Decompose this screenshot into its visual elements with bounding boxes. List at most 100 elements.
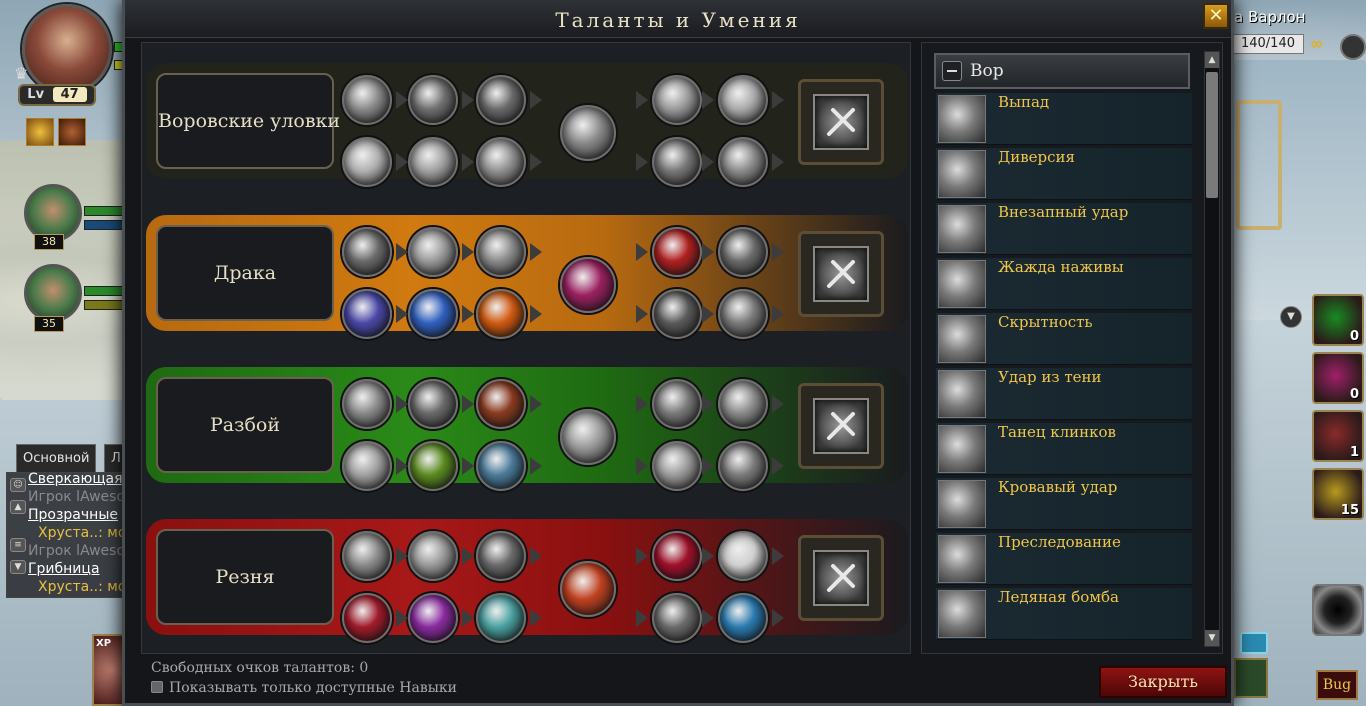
talent-node[interactable]: [342, 593, 392, 643]
talent-node[interactable]: [718, 441, 768, 491]
portal-icon[interactable]: [1312, 584, 1364, 636]
quest-book-icon[interactable]: [1234, 658, 1268, 698]
talent-node[interactable]: [408, 227, 458, 277]
talent-node[interactable]: [342, 75, 392, 125]
talent-node[interactable]: [718, 137, 768, 187]
talent-node[interactable]: [718, 75, 768, 125]
minimap-down-icon[interactable]: ▼: [1280, 306, 1302, 328]
inventory-slot-3[interactable]: 1: [1312, 410, 1364, 462]
scroll-up-icon[interactable]: ▲: [1205, 52, 1219, 68]
bug-report-button[interactable]: Bug: [1316, 670, 1358, 700]
skill-row[interactable]: Кровавый удар: [936, 478, 1192, 530]
tree-name: Воровские уловки: [156, 73, 340, 169]
only-available-checkbox[interactable]: [151, 681, 163, 693]
chat-line[interactable]: Грибница: [28, 560, 100, 578]
talent-node[interactable]: [342, 379, 392, 429]
talent-node[interactable]: [476, 227, 526, 277]
skill-row[interactable]: Внезапный удар: [936, 203, 1192, 255]
talent-node[interactable]: [476, 441, 526, 491]
ultimate-talent[interactable]: [798, 231, 884, 317]
close-window-button[interactable]: ✕: [1203, 3, 1229, 29]
ultimate-talent[interactable]: [798, 79, 884, 165]
talent-node[interactable]: [408, 441, 458, 491]
party-member-portrait-2[interactable]: [24, 264, 82, 322]
skill-row[interactable]: Преследование: [936, 533, 1192, 585]
slot-count: 0: [1349, 387, 1359, 402]
talent-node[interactable]: [652, 227, 702, 277]
ultimate-talent[interactable]: [798, 535, 884, 621]
skill-row[interactable]: Диверсия: [936, 148, 1192, 200]
talent-node[interactable]: [652, 289, 702, 339]
chat-line[interactable]: Игрок lAweso: [28, 488, 125, 506]
talent-node[interactable]: [718, 379, 768, 429]
tree-arrow: [530, 457, 542, 475]
skills-scrollbar[interactable]: ▲ ▼: [1204, 51, 1220, 647]
chat-emote-icon[interactable]: ☺: [10, 478, 26, 492]
talent-node[interactable]: [718, 593, 768, 643]
talent-node[interactable]: [476, 531, 526, 581]
player-portrait[interactable]: [22, 4, 112, 94]
close-button[interactable]: Закрыть: [1099, 666, 1227, 698]
chat-scroll-down-icon[interactable]: ▼: [10, 560, 26, 574]
talent-node[interactable]: [342, 137, 392, 187]
talent-node[interactable]: [718, 289, 768, 339]
chat-line[interactable]: Хруста..: мор: [38, 578, 135, 596]
chest-icon[interactable]: [1240, 632, 1268, 654]
talent-node[interactable]: [560, 105, 616, 161]
talent-node[interactable]: [560, 561, 616, 617]
buff-icon-2[interactable]: [58, 118, 86, 146]
talent-node[interactable]: [476, 75, 526, 125]
ultimate-talent[interactable]: [798, 383, 884, 469]
buff-icon-1[interactable]: [26, 118, 54, 146]
collapse-icon[interactable]: [942, 61, 962, 81]
talent-node[interactable]: [408, 531, 458, 581]
menu-round-button[interactable]: [1340, 34, 1366, 60]
scroll-thumb[interactable]: [1206, 72, 1218, 198]
chat-line[interactable]: Хруста..: мор: [38, 524, 135, 542]
chat-line[interactable]: Сверкающая: [28, 470, 123, 488]
talent-node[interactable]: [408, 137, 458, 187]
talent-node[interactable]: [560, 409, 616, 465]
skill-row[interactable]: Жажда наживы: [936, 258, 1192, 310]
inventory-slot-2[interactable]: 0: [1312, 352, 1364, 404]
tree-arrow: [636, 243, 648, 261]
talent-node[interactable]: [476, 137, 526, 187]
talent-node[interactable]: [342, 531, 392, 581]
chat-line[interactable]: Прозрачные: [28, 506, 118, 524]
talent-node[interactable]: [652, 593, 702, 643]
scroll-down-icon[interactable]: ▼: [1205, 630, 1219, 646]
tree-arrow: [530, 609, 542, 627]
skill-row[interactable]: Удар из тени: [936, 368, 1192, 420]
talent-node[interactable]: [652, 379, 702, 429]
only-available-toggle[interactable]: Показывать только доступные Навыки: [151, 680, 457, 696]
skill-row[interactable]: Танец клинков: [936, 423, 1192, 475]
talent-node[interactable]: [476, 593, 526, 643]
talent-node[interactable]: [652, 75, 702, 125]
skill-row[interactable]: Ледяная бомба: [936, 588, 1192, 640]
talent-node[interactable]: [408, 75, 458, 125]
chat-menu-icon[interactable]: ≡: [10, 538, 26, 552]
talent-node[interactable]: [342, 289, 392, 339]
skill-row[interactable]: Скрытность: [936, 313, 1192, 365]
talent-node[interactable]: [718, 227, 768, 277]
talent-node[interactable]: [652, 137, 702, 187]
talent-node[interactable]: [408, 593, 458, 643]
class-header[interactable]: Вор: [934, 53, 1190, 89]
talent-node[interactable]: [652, 441, 702, 491]
skill-icon: [938, 370, 986, 418]
talent-node[interactable]: [408, 289, 458, 339]
talent-node[interactable]: [342, 227, 392, 277]
talent-node[interactable]: [342, 441, 392, 491]
talent-node[interactable]: [408, 379, 458, 429]
chat-line[interactable]: Игрок lAweso: [28, 542, 125, 560]
chat-scroll-up-icon[interactable]: ▲: [10, 500, 26, 514]
talent-node[interactable]: [718, 531, 768, 581]
inventory-slot-4[interactable]: 15: [1312, 468, 1364, 520]
skill-row[interactable]: Выпад: [936, 93, 1192, 145]
chat-tab-main[interactable]: Основной: [16, 444, 97, 472]
inventory-slot-1[interactable]: 0: [1312, 294, 1364, 346]
talent-node[interactable]: [476, 379, 526, 429]
talent-node[interactable]: [560, 257, 616, 313]
talent-node[interactable]: [476, 289, 526, 339]
talent-node[interactable]: [652, 531, 702, 581]
